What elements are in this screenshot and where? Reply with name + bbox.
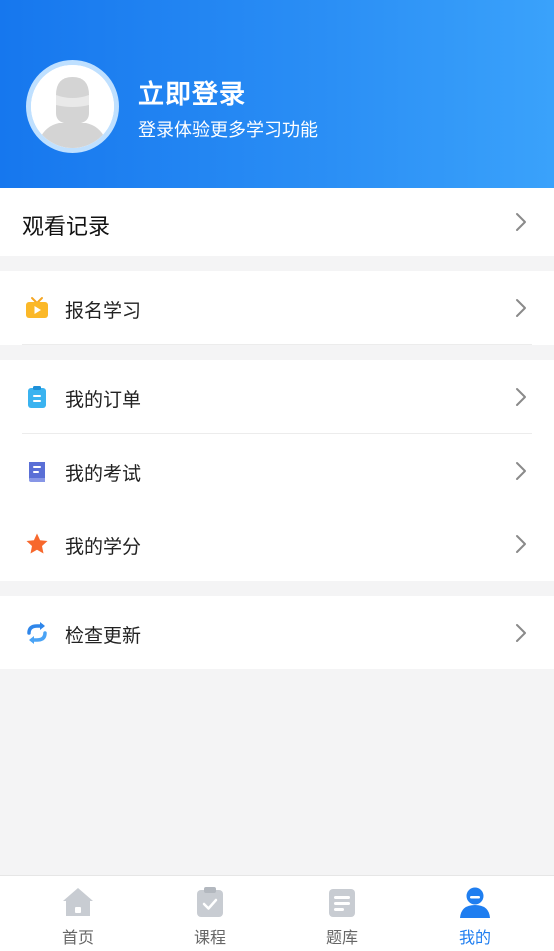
profile-header: 立即登录 登录体验更多学习功能 bbox=[0, 0, 554, 188]
bottom-navigation: 首页 课程 题库 我的 bbox=[0, 875, 554, 951]
orders-row[interactable]: 我的订单 bbox=[0, 360, 554, 434]
credits-row[interactable]: 我的学分 bbox=[0, 508, 554, 581]
enroll-label: 报名学习 bbox=[65, 300, 142, 322]
star-icon bbox=[26, 533, 48, 554]
my-items-section: 我的订单 我的考试 我的学分 bbox=[0, 360, 554, 581]
chevron-right-icon bbox=[516, 535, 526, 553]
chevron-right-icon bbox=[516, 624, 526, 642]
orders-label: 我的订单 bbox=[65, 389, 142, 411]
nav-question-bank-label: 题库 bbox=[325, 928, 358, 947]
question-bank-icon bbox=[329, 889, 355, 917]
chevron-right-icon bbox=[516, 462, 526, 480]
nav-course-label: 课程 bbox=[193, 928, 226, 947]
sync-icon bbox=[27, 622, 47, 644]
login-title[interactable]: 立即登录 bbox=[138, 74, 246, 111]
watch-history-row[interactable]: 观看记录 bbox=[0, 188, 554, 256]
exams-label: 我的考试 bbox=[65, 463, 142, 485]
home-icon bbox=[63, 888, 93, 916]
check-update-label: 检查更新 bbox=[65, 625, 142, 647]
book-icon bbox=[29, 462, 45, 482]
exams-row[interactable]: 我的考试 bbox=[0, 434, 554, 508]
credits-label: 我的学分 bbox=[65, 536, 142, 558]
login-subtitle: 登录体验更多学习功能 bbox=[138, 120, 318, 141]
chevron-right-icon bbox=[516, 388, 526, 406]
course-icon bbox=[197, 887, 223, 917]
nav-question-bank[interactable]: 题库 bbox=[292, 876, 392, 951]
clipboard-icon bbox=[28, 386, 46, 408]
nav-profile[interactable]: 我的 bbox=[425, 876, 525, 951]
tv-play-icon bbox=[26, 297, 48, 318]
check-update-row[interactable]: 检查更新 bbox=[0, 596, 554, 669]
watch-history-label: 观看记录 bbox=[22, 215, 111, 240]
chevron-right-icon bbox=[516, 213, 526, 231]
profile-icon bbox=[460, 887, 490, 918]
enroll-section: 报名学习 bbox=[0, 271, 554, 345]
divider bbox=[22, 344, 532, 345]
enroll-row[interactable]: 报名学习 bbox=[0, 271, 554, 345]
avatar-placeholder-icon bbox=[31, 65, 114, 148]
nav-profile-label: 我的 bbox=[458, 928, 491, 947]
avatar[interactable] bbox=[26, 60, 119, 153]
nav-course[interactable]: 课程 bbox=[160, 876, 260, 951]
nav-home[interactable]: 首页 bbox=[28, 876, 128, 951]
chevron-right-icon bbox=[516, 299, 526, 317]
nav-home-label: 首页 bbox=[61, 928, 94, 947]
